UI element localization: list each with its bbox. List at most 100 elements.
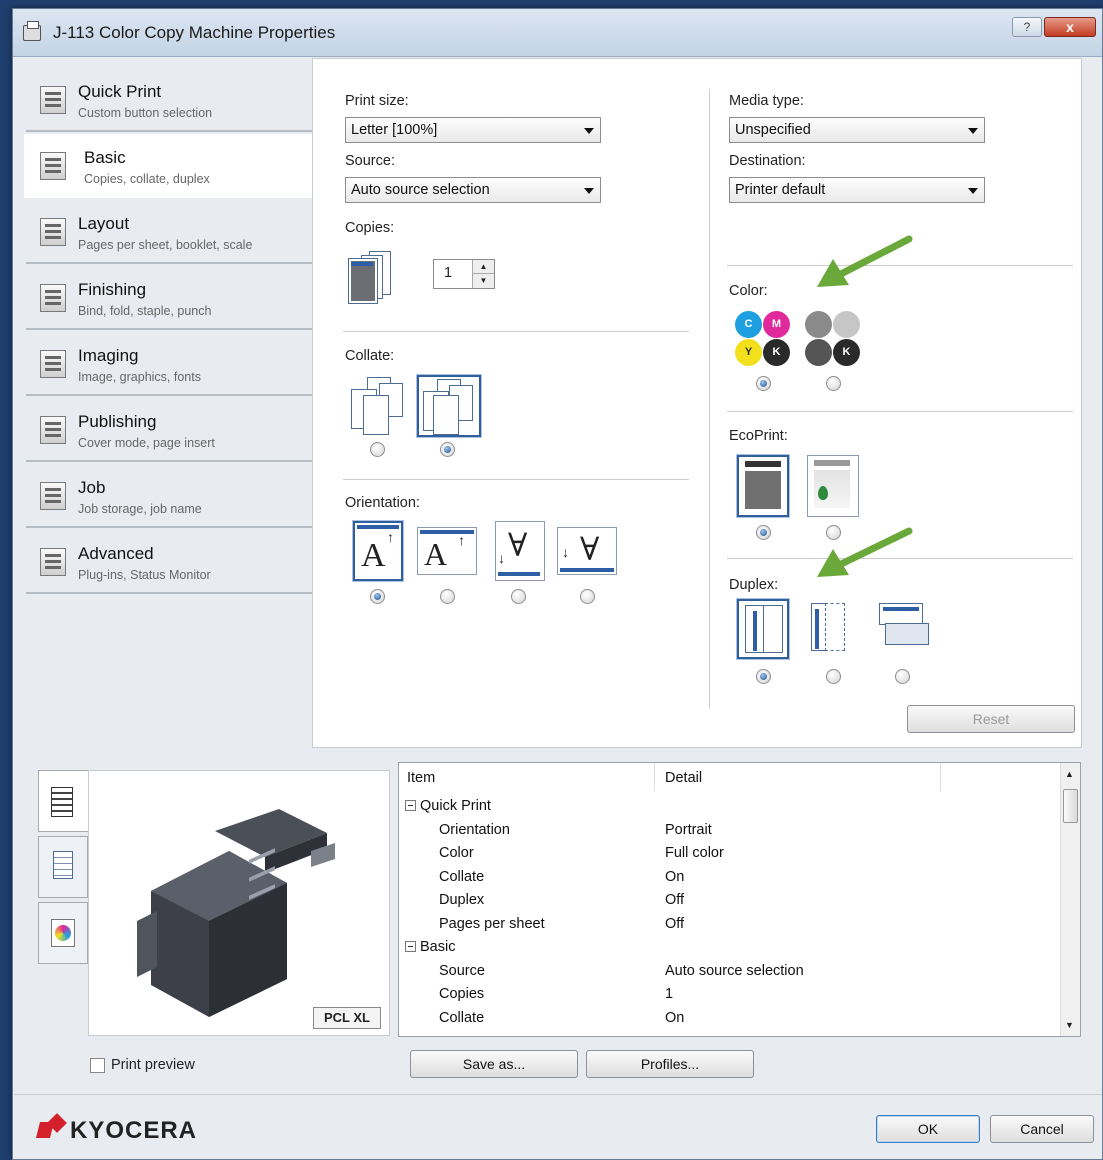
media-type-select[interactable]: Unspecified <box>729 117 985 143</box>
close-button[interactable]: x <box>1044 17 1096 37</box>
nav-job[interactable]: Job Job storage, job name <box>26 464 312 528</box>
profiles-button[interactable]: Profiles... <box>586 1050 754 1078</box>
full-color-radio[interactable] <box>756 376 771 391</box>
nav-quick-print[interactable]: Quick Print Custom button selection <box>26 68 312 132</box>
orientation-rotated-portrait-icon[interactable]: ∀ ↓ <box>495 521 545 581</box>
copies-stepper[interactable]: 1 ▲ ▼ <box>433 259 495 289</box>
vertical-scrollbar[interactable]: ▲ ▼ <box>1060 763 1080 1036</box>
black-white-radio[interactable] <box>826 376 841 391</box>
table-row[interactable]: Pages per sheet Off <box>399 913 1059 937</box>
detail-cell: On <box>665 1010 685 1026</box>
destination-select[interactable]: Printer default <box>729 177 985 203</box>
orientation-rotated-landscape-icon[interactable]: ∀ ↓ <box>557 527 617 575</box>
ecoprint-label: EcoPrint: <box>729 428 788 444</box>
detail-cell: Full color <box>665 845 724 861</box>
full-color-icon[interactable]: C M Y K <box>733 309 793 369</box>
item-cell: Duplex <box>439 892 485 908</box>
divider <box>343 479 689 480</box>
decrement-icon[interactable]: ▼ <box>472 274 494 288</box>
pdl-badge: PCL XL <box>313 1007 381 1029</box>
item-cell: Orientation <box>439 822 510 838</box>
nav-imaging[interactable]: Imaging Image, graphics, fonts <box>26 332 312 396</box>
nav-publishing[interactable]: Publishing Cover mode, page insert <box>26 398 312 462</box>
column-header-item[interactable]: Item <box>399 763 655 791</box>
tab-color-preview[interactable] <box>38 902 88 964</box>
collate-off-radio[interactable] <box>370 442 385 457</box>
chevron-down-icon <box>968 188 978 194</box>
cancel-button[interactable]: Cancel <box>990 1115 1094 1143</box>
tab-page-preview[interactable] <box>38 836 88 898</box>
print-size-select[interactable]: Letter [100%] <box>345 117 601 143</box>
collate-on-icon[interactable] <box>417 375 481 437</box>
collate-on-radio[interactable] <box>440 442 455 457</box>
source-select[interactable]: Auto source selection <box>345 177 601 203</box>
save-as-button[interactable]: Save as... <box>410 1050 578 1078</box>
kyocera-logo-icon <box>36 1113 67 1144</box>
help-button[interactable]: ? <box>1012 17 1042 37</box>
detail-cell: Portrait <box>665 822 712 838</box>
table-row[interactable]: Copies 1 <box>399 983 1059 1007</box>
quick-print-icon <box>40 86 66 114</box>
detail-cell: 1 <box>665 986 674 1002</box>
page-icon <box>53 851 73 879</box>
nav-desc: Cover mode, page insert <box>78 436 215 450</box>
orientation-portrait-icon[interactable]: A ↑ <box>353 521 403 581</box>
ecoprint-off-radio[interactable] <box>756 525 771 540</box>
ecoprint-on-icon[interactable] <box>807 455 859 517</box>
footer-divider <box>14 1094 1102 1095</box>
nav-layout[interactable]: Layout Pages per sheet, booklet, scale <box>26 200 312 264</box>
table-row[interactable]: Source Auto source selection <box>399 960 1059 984</box>
settings-summary-table: Item Detail Quick Print Orientation Portr… <box>398 762 1081 1037</box>
table-row[interactable]: Quick Print <box>399 795 1059 819</box>
nav-label: Basic <box>84 148 126 167</box>
item-cell: Collate <box>439 1010 485 1026</box>
leaf-icon <box>818 486 828 500</box>
tab-printer-preview[interactable] <box>38 770 88 832</box>
duplex-off-radio[interactable] <box>756 669 771 684</box>
duplex-short-edge-radio[interactable] <box>895 669 910 684</box>
table-row[interactable]: Collate On <box>399 866 1059 890</box>
table-row[interactable]: Color Full color <box>399 842 1059 866</box>
duplex-short-edge-icon[interactable] <box>877 601 931 653</box>
nav-label: Job <box>78 478 106 497</box>
table-row[interactable]: Basic <box>399 936 1059 960</box>
orientation-rotated-landscape-radio[interactable] <box>580 589 595 604</box>
column-header-detail[interactable]: Detail <box>655 763 941 791</box>
device-preview: PCL XL <box>88 770 390 1036</box>
nav-finishing[interactable]: Finishing Bind, fold, staple, punch <box>26 266 312 330</box>
media-type-label: Media type: <box>729 93 804 109</box>
reset-button[interactable]: Reset <box>907 705 1075 733</box>
duplex-off-icon[interactable] <box>737 599 789 659</box>
group-label: Basic <box>420 939 456 955</box>
ecoprint-off-icon[interactable] <box>737 455 789 517</box>
nav-advanced[interactable]: Advanced Plug-ins, Status Monitor <box>26 530 312 594</box>
increment-icon[interactable]: ▲ <box>472 260 494 274</box>
orientation-portrait-radio[interactable] <box>370 589 385 604</box>
scroll-up-icon[interactable]: ▲ <box>1065 769 1074 779</box>
orientation-rotated-portrait-radio[interactable] <box>511 589 526 604</box>
orientation-label: Orientation: <box>345 495 420 511</box>
copies-value: 1 <box>444 265 453 281</box>
duplex-long-edge-icon[interactable] <box>807 599 853 659</box>
duplex-long-edge-radio[interactable] <box>826 669 841 684</box>
table-row[interactable]: Collate On <box>399 1007 1059 1031</box>
collapse-icon[interactable] <box>405 800 416 811</box>
print-preview-checkbox[interactable] <box>90 1058 105 1073</box>
scroll-down-icon[interactable]: ▼ <box>1065 1020 1074 1030</box>
collapse-icon[interactable] <box>405 941 416 952</box>
black-white-icon[interactable]: K <box>803 309 863 369</box>
color-icon <box>51 919 75 947</box>
ok-button[interactable]: OK <box>876 1115 980 1143</box>
print-size-value: Letter [100%] <box>351 122 438 138</box>
collate-label: Collate: <box>345 348 395 364</box>
table-row[interactable]: Orientation Portrait <box>399 819 1059 843</box>
orientation-landscape-radio[interactable] <box>440 589 455 604</box>
advanced-icon <box>40 548 66 576</box>
scroll-thumb[interactable] <box>1063 789 1078 823</box>
nav-basic[interactable]: Basic Copies, collate, duplex <box>24 134 324 198</box>
source-value: Auto source selection <box>351 182 490 198</box>
orientation-landscape-icon[interactable]: A ↑ <box>417 527 477 575</box>
copies-label: Copies: <box>345 220 395 236</box>
nav-label: Layout <box>78 214 130 233</box>
table-row[interactable]: Duplex Off <box>399 889 1059 913</box>
